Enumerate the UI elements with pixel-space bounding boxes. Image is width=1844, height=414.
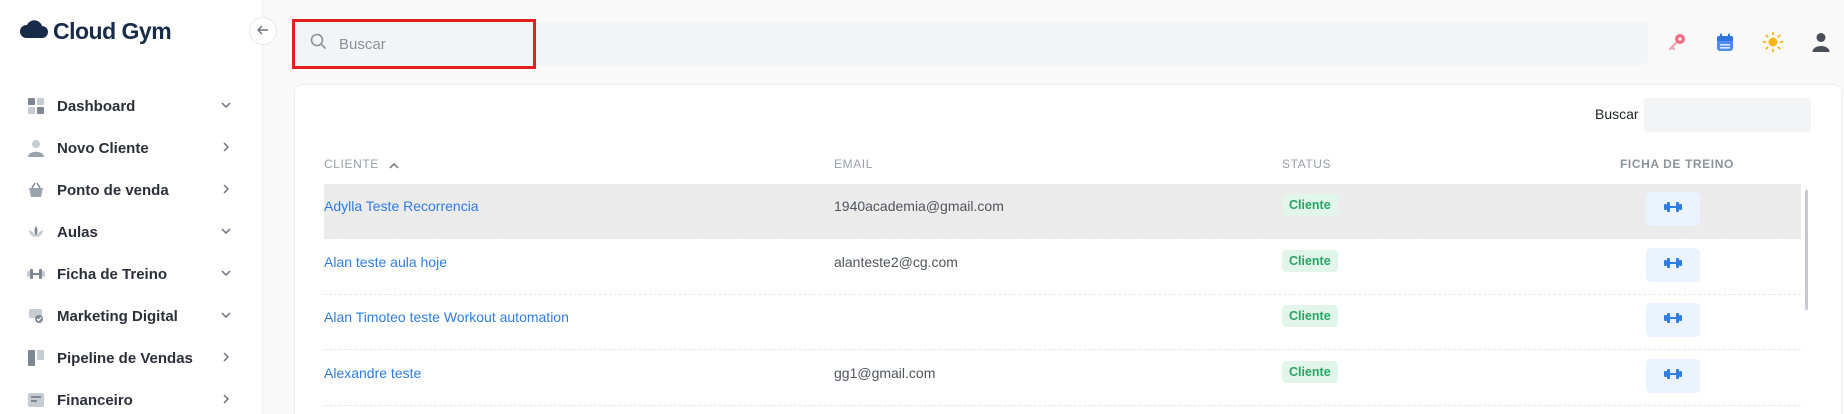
chevron-down-icon (219, 266, 233, 280)
workout-sheet-button[interactable] (1646, 192, 1700, 226)
topbar-icons (1665, 30, 1833, 54)
client-name-link[interactable]: Adylla Teste Recorrencia (324, 198, 479, 214)
sidebar: Cloud Gym Dashboard Novo Cliente Ponto d… (0, 0, 263, 414)
table-search-input[interactable] (1644, 98, 1811, 132)
chevron-down-icon (219, 224, 233, 238)
dumbbell-icon (27, 265, 45, 283)
chevron-right-icon (219, 182, 233, 196)
chevron-right-icon (219, 392, 233, 406)
table-search-label: Buscar (1595, 106, 1639, 122)
client-name-link[interactable]: Alan Timoteo teste Workout automation (324, 309, 569, 325)
user-icon (27, 139, 45, 157)
collapse-sidebar-button[interactable] (249, 17, 277, 45)
sidebar-item-label: Aulas (57, 223, 98, 241)
sidebar-item-ficha-de-treino[interactable]: Ficha de Treino (0, 253, 263, 295)
client-email: gg1@gmail.com (834, 365, 936, 381)
lotus-icon (27, 223, 45, 241)
sidebar-item-label: Dashboard (57, 97, 136, 115)
chevron-down-icon (219, 98, 233, 112)
sidebar-item-dashboard[interactable]: Dashboard (0, 85, 263, 127)
status-badge: Cliente (1282, 250, 1338, 272)
key-icon[interactable] (1665, 30, 1689, 54)
logo-text: Cloud Gym (53, 18, 172, 44)
table-row[interactable]: Alan teste aula hoje alanteste2@cg.com C… (324, 240, 1801, 295)
dumbbell-icon (1664, 367, 1682, 385)
client-name-link[interactable]: Alexandre teste (324, 365, 421, 381)
wallet-icon (27, 391, 45, 409)
global-search[interactable] (310, 31, 520, 57)
table-row[interactable]: Alexandre teste gg1@gmail.com Cliente (324, 351, 1801, 406)
sidebar-item-label: Financeiro (57, 391, 133, 409)
chevron-right-icon (219, 140, 233, 154)
calendar-icon[interactable] (1713, 30, 1737, 54)
dumbbell-icon (1664, 200, 1682, 218)
column-header-email[interactable]: EMAIL (834, 157, 873, 171)
column-header-cliente[interactable]: CLIENTE (324, 157, 399, 172)
workout-sheet-button[interactable] (1646, 359, 1700, 393)
cloud-icon (19, 19, 49, 44)
sidebar-item-marketing-digital[interactable]: Marketing Digital (0, 295, 263, 337)
workout-sheet-button[interactable] (1646, 303, 1700, 337)
workout-sheet-button[interactable] (1646, 248, 1700, 282)
status-badge: Cliente (1282, 194, 1338, 216)
basket-icon (27, 181, 45, 199)
arrow-left-icon (257, 22, 269, 40)
sort-asc-icon (389, 158, 399, 172)
client-email: 1940academia@gmail.com (834, 198, 1004, 214)
sidebar-item-label: Ponto de venda (57, 181, 169, 199)
sidebar-item-label: Pipeline de Vendas (57, 349, 193, 367)
sidebar-item-aulas[interactable]: Aulas (0, 211, 263, 253)
client-name-link[interactable]: Alan teste aula hoje (324, 254, 447, 270)
megaphone-icon (27, 307, 45, 325)
sidebar-nav: Dashboard Novo Cliente Ponto de venda Au… (0, 85, 263, 414)
table-row[interactable]: Adylla Teste Recorrencia 1940academia@gm… (324, 184, 1801, 239)
chevron-down-icon (219, 308, 233, 322)
table-scrollbar[interactable] (1805, 190, 1808, 310)
column-header-status[interactable]: STATUS (1282, 157, 1331, 171)
column-header-label: CLIENTE (324, 157, 379, 171)
search-input[interactable] (339, 35, 509, 53)
user-icon[interactable] (1809, 30, 1833, 54)
logo[interactable]: Cloud Gym (19, 18, 172, 45)
sun-icon[interactable] (1761, 30, 1785, 54)
sidebar-item-ponto-de-venda[interactable]: Ponto de venda (0, 169, 263, 211)
dashboard-icon (27, 97, 45, 115)
sidebar-item-novo-cliente[interactable]: Novo Cliente (0, 127, 263, 169)
client-email: alanteste2@cg.com (834, 254, 958, 270)
column-header-ficha-de-treino: FICHA DE TREINO (1620, 157, 1734, 171)
status-badge: Cliente (1282, 305, 1338, 327)
sidebar-item-label: Novo Cliente (57, 139, 149, 157)
dumbbell-icon (1664, 311, 1682, 329)
sidebar-item-label: Marketing Digital (57, 307, 178, 325)
table-row[interactable]: Alan Timoteo teste Workout automation Cl… (324, 295, 1801, 350)
status-badge: Cliente (1282, 361, 1338, 383)
pipeline-icon (27, 349, 45, 367)
dumbbell-icon (1664, 256, 1682, 274)
sidebar-item-pipeline-de-vendas[interactable]: Pipeline de Vendas (0, 337, 263, 379)
chevron-right-icon (219, 350, 233, 364)
sidebar-item-financeiro[interactable]: Financeiro (0, 379, 263, 414)
sidebar-item-label: Ficha de Treino (57, 265, 168, 283)
search-icon (310, 33, 327, 55)
